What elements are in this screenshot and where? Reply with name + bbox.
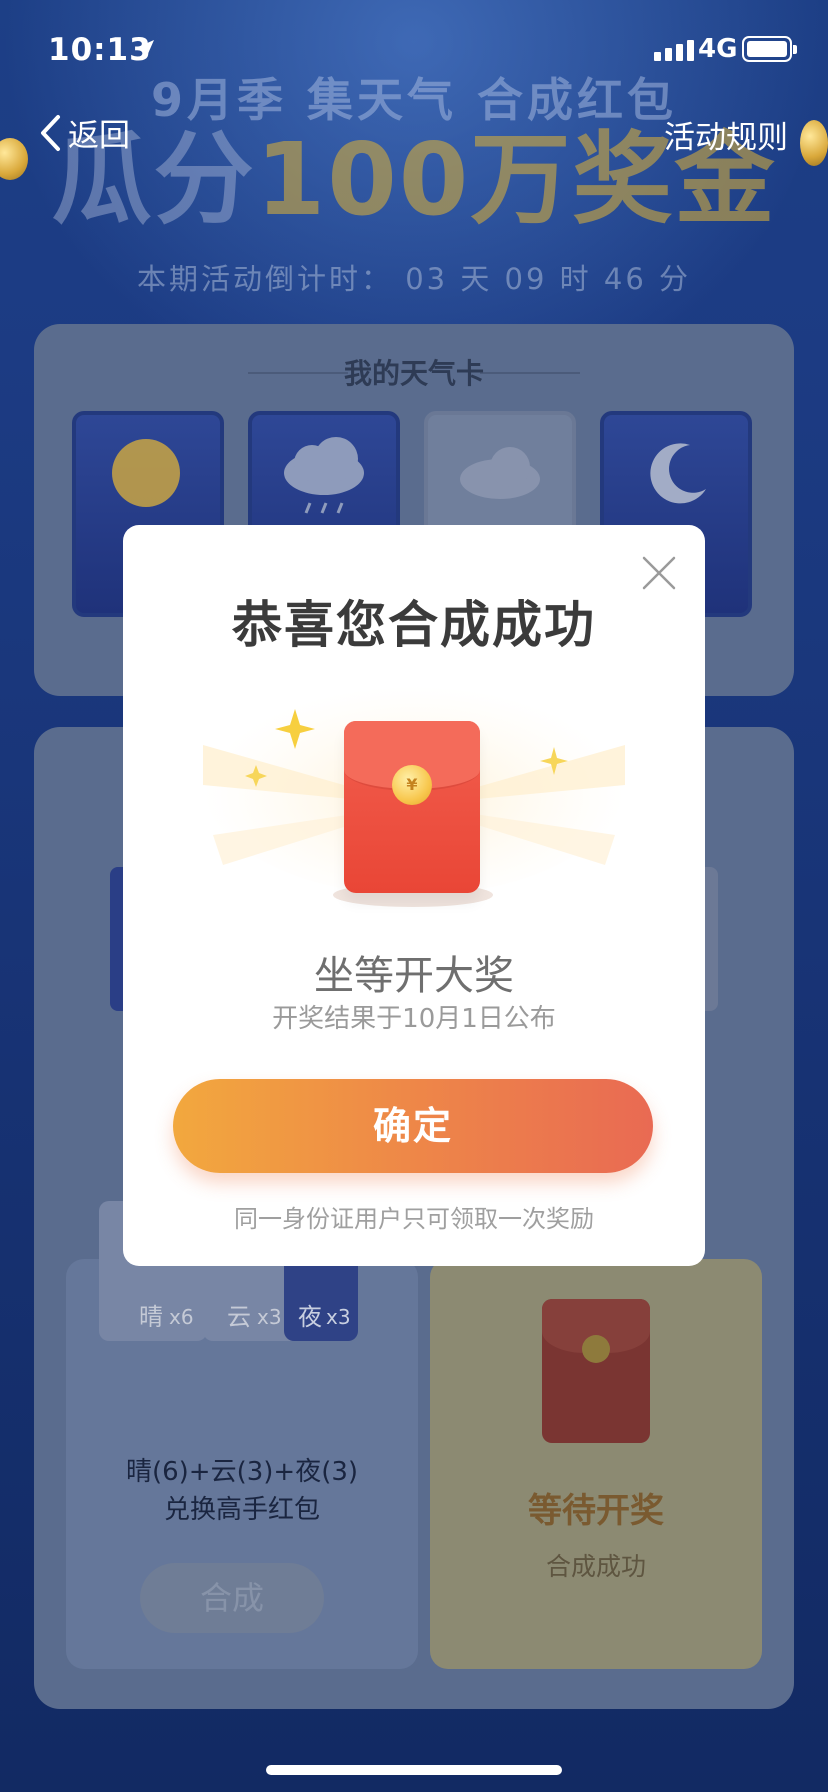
success-modal: 恭喜您合成成功 ¥ 坐等开大奖 开奖结果于10月1日公布 确定 同一身份证用户只… bbox=[123, 525, 705, 1266]
confirm-button[interactable]: 确定 bbox=[173, 1079, 653, 1173]
modal-subtitle: 坐等开大奖 bbox=[314, 953, 514, 999]
home-indicator[interactable] bbox=[266, 1765, 562, 1775]
yuan-coin-icon: ¥ bbox=[392, 765, 432, 805]
modal-footer-note: 同一身份证用户只可领取一次奖励 bbox=[234, 1205, 594, 1233]
modal-title: 恭喜您合成成功 bbox=[232, 596, 596, 654]
red-envelope-illustration: ¥ bbox=[344, 721, 480, 893]
draw-date-note: 开奖结果于10月1日公布 bbox=[272, 1004, 556, 1034]
